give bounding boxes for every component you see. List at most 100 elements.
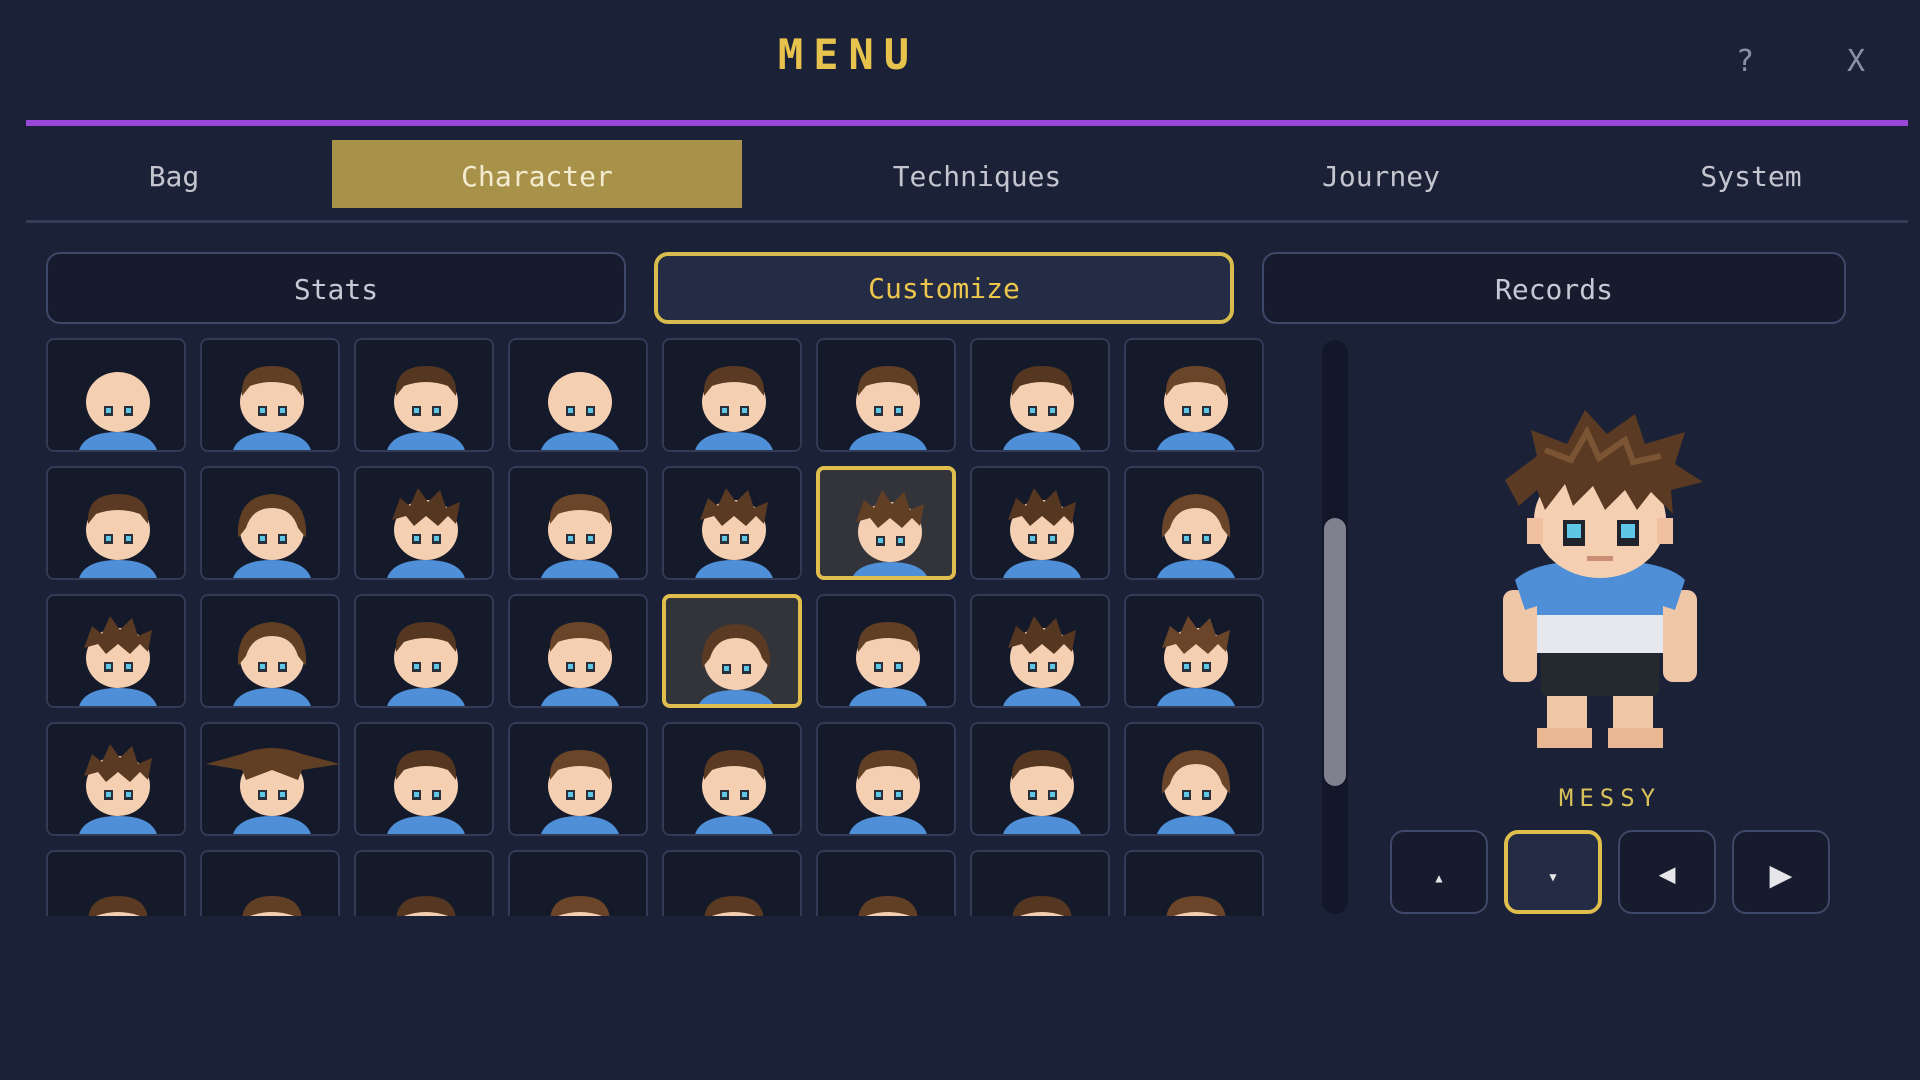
menu-title: MENU [777, 30, 920, 79]
hair-option-short-bowl[interactable] [200, 338, 340, 452]
hair-thumbnail [849, 750, 927, 834]
hair-thumbnail [79, 372, 157, 450]
tab-journey[interactable]: Journey [1176, 140, 1586, 208]
hair-option-short-curly[interactable] [816, 594, 956, 708]
hair-option-swept-up[interactable] [970, 594, 1110, 708]
subtab-customize[interactable]: Customize [654, 252, 1234, 324]
tab-system[interactable]: System [1546, 140, 1920, 208]
hair-thumbnail [79, 616, 157, 706]
hair-thumbnail [695, 488, 773, 578]
hair-option-partial-4[interactable] [508, 850, 648, 916]
hair-thumbnail [88, 896, 148, 916]
subtab-records[interactable]: Records [1262, 252, 1846, 324]
down-button[interactable]: ▼ [1504, 830, 1602, 914]
hair-thumbnail [233, 622, 311, 706]
up-arrow-icon: ▲ [1435, 871, 1443, 885]
hair-thumbnail [387, 366, 465, 450]
hair-thumbnail [541, 372, 619, 450]
close-icon[interactable]: X [1836, 40, 1876, 84]
hair-option-dreads[interactable] [816, 722, 956, 836]
hair-thumbnail [79, 494, 157, 578]
up-button[interactable]: ▲ [1390, 830, 1488, 914]
tab-bar: Bag Character Techniques Journey System [26, 140, 1908, 208]
hair-thumbnail [1003, 750, 1081, 834]
hair-option-buzz[interactable] [970, 338, 1110, 452]
hair-thumbnail [1166, 896, 1226, 916]
left-arrow-icon: ◀ [1658, 857, 1676, 890]
hair-option-messy[interactable] [816, 466, 956, 580]
hair-thumbnail [1157, 750, 1235, 834]
hair-option-flat-top[interactable] [816, 338, 956, 452]
hair-option-twin-tails[interactable] [1124, 466, 1264, 580]
hair-thumbnail [1003, 366, 1081, 450]
hair-thumbnail [1157, 494, 1235, 578]
hair-option-short-crop[interactable] [354, 338, 494, 452]
tab-techniques[interactable]: Techniques [772, 140, 1182, 208]
hair-option-afro-top[interactable] [662, 722, 802, 836]
hair-option-cornrows[interactable] [508, 722, 648, 836]
hair-option-pompadour[interactable] [508, 466, 648, 580]
hair-option-side-part[interactable] [1124, 338, 1264, 452]
hair-option-mop[interactable] [200, 594, 340, 708]
character-preview [1475, 410, 1725, 760]
hair-thumbnail [206, 748, 338, 834]
hair-option-bob[interactable] [1124, 722, 1264, 836]
hair-thumbnail [541, 622, 619, 706]
hair-thumbnail [387, 488, 465, 578]
right-arrow-icon: ▶ [1769, 852, 1793, 896]
grid-scrollbar-thumb[interactable] [1324, 518, 1346, 786]
hair-option-mohawk-short[interactable] [662, 338, 802, 452]
accent-divider [26, 120, 1908, 126]
hair-thumbnail [387, 750, 465, 834]
hair-thumbnail [695, 750, 773, 834]
hair-thumbnail [233, 494, 311, 578]
down-arrow-icon: ▼ [1549, 870, 1557, 884]
hair-thumbnail [387, 622, 465, 706]
hair-option-bald[interactable] [46, 338, 186, 452]
tab-divider [26, 220, 1908, 223]
hair-thumbnail [853, 490, 927, 576]
hair-style-name: MESSY [1558, 784, 1662, 812]
hair-thumbnail [1003, 616, 1081, 706]
next-button[interactable]: ▶ [1732, 830, 1830, 914]
hair-option-wide-brim[interactable] [200, 722, 340, 836]
hair-thumbnail [849, 366, 927, 450]
hair-option-partial-1[interactable] [46, 850, 186, 916]
hair-thumbnail [858, 896, 918, 916]
hair-option-long-sweep[interactable] [200, 466, 340, 580]
hair-option-spiky-short[interactable] [354, 466, 494, 580]
hair-option-spiky-back[interactable] [1124, 594, 1264, 708]
hair-option-tousled[interactable] [46, 594, 186, 708]
hair-option-long-curly[interactable] [662, 594, 802, 708]
hair-thumbnail [1003, 488, 1081, 578]
hair-option-partial-8[interactable] [1124, 850, 1264, 916]
hair-option-bald-thin[interactable] [508, 338, 648, 452]
hair-thumbnail [1012, 896, 1072, 916]
hair-thumbnail [704, 896, 764, 916]
help-icon[interactable]: ? [1725, 40, 1765, 84]
hair-thumbnail [699, 624, 773, 704]
hair-option-spiky-up[interactable] [46, 722, 186, 836]
previous-button[interactable]: ◀ [1618, 830, 1716, 914]
hair-option-partial-2[interactable] [200, 850, 340, 916]
hair-option-partial-5[interactable] [662, 850, 802, 916]
hair-option-shaggy[interactable] [46, 466, 186, 580]
hair-thumbnail [1157, 616, 1235, 706]
hair-thumbnail [695, 366, 773, 450]
hair-thumbnail [541, 750, 619, 834]
hair-option-wild-spikes[interactable] [970, 466, 1110, 580]
hair-thumbnail [541, 494, 619, 578]
subtab-stats[interactable]: Stats [46, 252, 626, 324]
hair-option-mohawk[interactable] [354, 722, 494, 836]
hair-option-partial-3[interactable] [354, 850, 494, 916]
hair-option-topknot[interactable] [970, 722, 1110, 836]
hair-option-bowl[interactable] [354, 594, 494, 708]
tab-bag[interactable]: Bag [26, 140, 322, 208]
hair-style-grid [46, 338, 1268, 916]
tab-character[interactable]: Character [332, 140, 742, 208]
hair-option-partial-6[interactable] [816, 850, 956, 916]
hair-thumbnail [79, 744, 157, 834]
hair-option-partial-7[interactable] [970, 850, 1110, 916]
hair-option-curly[interactable] [508, 594, 648, 708]
hair-option-spiky[interactable] [662, 466, 802, 580]
